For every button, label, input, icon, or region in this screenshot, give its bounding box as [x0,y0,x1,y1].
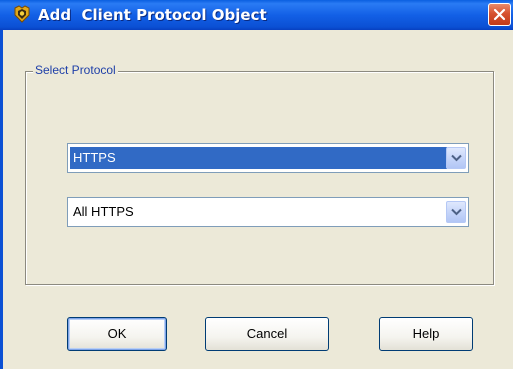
protocol-subtype-dropdown[interactable]: All HTTPS [67,197,469,227]
group-label: Select Protocol [33,63,118,78]
dialog-window: Add Client Protocol Object Select Protoc… [0,0,513,369]
ok-button[interactable]: OK [67,317,167,351]
subtype-selected-value: All HTTPS [73,204,134,219]
cancel-button[interactable]: Cancel [205,317,329,351]
protocol-dropdown[interactable]: HTTPS [67,143,469,173]
select-protocol-group [25,71,494,285]
gold-badge-icon [13,5,31,23]
window-left-border [0,30,3,369]
subtype-dropdown-arrow[interactable] [446,201,466,223]
close-icon [493,8,506,21]
close-button[interactable] [488,3,511,26]
chevron-down-icon [451,154,462,162]
protocol-dropdown-arrow[interactable] [446,147,466,169]
protocol-selected-value: HTTPS [70,147,447,169]
help-button[interactable]: Help [379,317,473,351]
chevron-down-icon [451,208,462,216]
window-title: Add Client Protocol Object [38,6,267,24]
title-bar[interactable]: Add Client Protocol Object [0,0,513,30]
